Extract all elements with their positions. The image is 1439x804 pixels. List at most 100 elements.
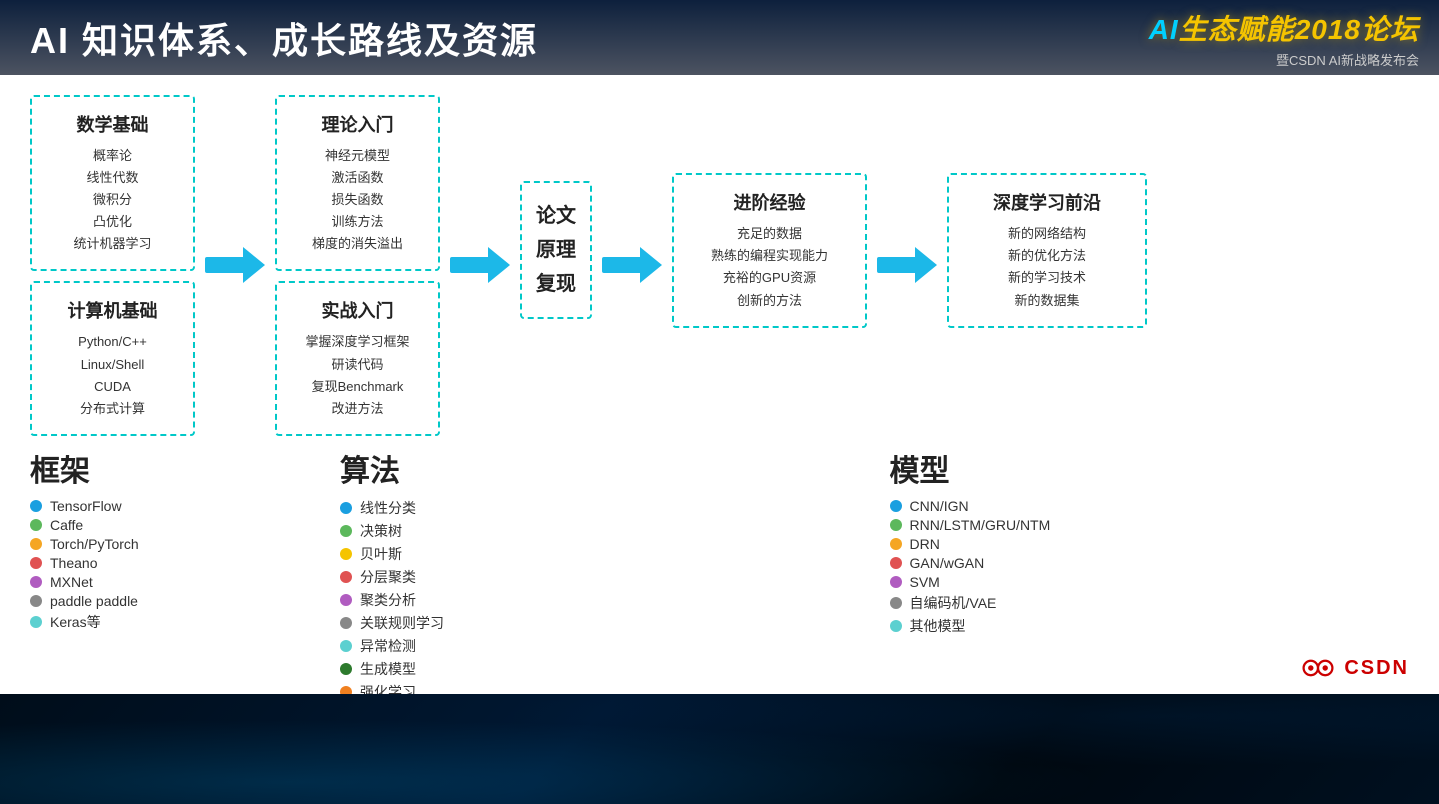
item-label: paddle paddle <box>50 593 138 609</box>
dot-icon <box>30 519 42 531</box>
item-label: 分层聚类 <box>360 567 416 587</box>
item-label: Torch/PyTorch <box>50 536 139 552</box>
deep-box: 深度学习前沿 新的网络结构 新的优化方法 新的学习技术 新的数据集 <box>947 173 1147 327</box>
list-item: 线性分类 <box>340 498 860 518</box>
arrow-icon-1 <box>205 250 265 280</box>
arrow-2 <box>444 250 516 280</box>
item-label: MXNet <box>50 574 93 590</box>
list-item: 关联规则学习 <box>340 613 860 633</box>
deep-items: 新的网络结构 新的优化方法 新的学习技术 新的数据集 <box>967 223 1127 311</box>
math-items: 概率论 线性代数 微积分 凸优化 统计机器学习 <box>50 145 175 255</box>
list-item: 其他模型 <box>890 616 1410 636</box>
arrow-icon-2 <box>450 250 510 280</box>
dot-icon <box>340 640 352 652</box>
deep-title: 深度学习前沿 <box>967 189 1127 215</box>
list-item: CNN/IGN <box>890 498 1410 514</box>
paper-title: 论文原理复现 <box>536 199 576 301</box>
algorithm-label: 算法 <box>340 446 860 490</box>
item-label: TensorFlow <box>50 498 122 514</box>
dot-icon <box>30 576 42 588</box>
advanced-box: 进阶经验 充足的数据 熟练的编程实现能力 充裕的GPU资源 创新的方法 <box>672 173 867 327</box>
theory-box: 理论入门 神经元模型 激活函数 损失函数 训练方法 梯度的消失溢出 <box>275 95 440 271</box>
branding-title: AI生态赋能2018论坛 <box>1149 8 1419 48</box>
item-label: 线性分类 <box>360 498 416 518</box>
item-label: GAN/wGAN <box>910 555 985 571</box>
arrow-1 <box>199 250 271 280</box>
branding-main: 生态赋能2018论坛 <box>1179 14 1419 45</box>
list-item: 异常检测 <box>340 636 860 656</box>
framework-list: TensorFlow Caffe Torch/PyTorch Theano MXNet p… <box>30 498 310 632</box>
item-label: Theano <box>50 555 97 571</box>
dot-icon <box>30 538 42 550</box>
computer-items: Python/C++ Linux/Shell CUDA 分布式计算 <box>50 331 175 419</box>
dot-icon <box>30 595 42 607</box>
dot-icon <box>340 548 352 560</box>
item-label: CNN/IGN <box>910 498 969 514</box>
item-label: 贝叶斯 <box>360 544 402 564</box>
list-item: Torch/PyTorch <box>30 536 310 552</box>
list-item: 生成模型 <box>340 659 860 679</box>
item-label: Caffe <box>50 517 83 533</box>
dot-icon <box>890 597 902 609</box>
item-label: 生成模型 <box>360 659 416 679</box>
list-item: 分层聚类 <box>340 567 860 587</box>
page: AI 知识体系、成长路线及资源 AI生态赋能2018论坛 暨CSDN AI新战略… <box>0 0 1439 804</box>
dot-icon <box>890 500 902 512</box>
dot-icon <box>890 538 902 550</box>
computer-title: 计算机基础 <box>50 297 175 323</box>
list-item: Theano <box>30 555 310 571</box>
theory-title: 理论入门 <box>295 111 420 137</box>
dot-icon <box>890 576 902 588</box>
computer-box: 计算机基础 Python/C++ Linux/Shell CUDA 分布式计算 <box>30 281 195 435</box>
dot-icon <box>890 557 902 569</box>
main-content: 数学基础 概率论 线性代数 微积分 凸优化 统计机器学习 计算机基础 Pytho… <box>0 75 1439 694</box>
branding: AI生态赋能2018论坛 暨CSDN AI新战略发布会 <box>1149 8 1419 69</box>
practice-items: 掌握深度学习框架 研读代码 复现Benchmark 改进方法 <box>295 331 420 419</box>
arrow-4 <box>871 250 943 280</box>
list-item: MXNet <box>30 574 310 590</box>
list-item: RNN/LSTM/GRU/NTM <box>890 517 1410 533</box>
arrow-icon-4 <box>877 250 937 280</box>
framework-label: 框架 <box>30 446 310 490</box>
item-label: Keras等 <box>50 612 101 632</box>
math-box: 数学基础 概率论 线性代数 微积分 凸优化 统计机器学习 <box>30 95 195 271</box>
item-label: 聚类分析 <box>360 590 416 610</box>
arrow-3 <box>596 250 668 280</box>
dot-icon <box>340 663 352 675</box>
list-item: 聚类分析 <box>340 590 860 610</box>
list-item: paddle paddle <box>30 593 310 609</box>
item-label: 自编码机/VAE <box>910 593 997 613</box>
branding-subtitle: 暨CSDN AI新战略发布会 <box>1149 50 1419 69</box>
theory-items: 神经元模型 激活函数 损失函数 训练方法 梯度的消失溢出 <box>295 145 420 255</box>
advanced-items: 充足的数据 熟练的编程实现能力 充裕的GPU资源 创新的方法 <box>692 223 847 311</box>
list-item: SVM <box>890 574 1410 590</box>
bottom-background <box>0 694 1439 804</box>
item-label: RNN/LSTM/GRU/NTM <box>910 517 1051 533</box>
advanced-title: 进阶经验 <box>692 189 847 215</box>
item-label: SVM <box>910 574 940 590</box>
list-item: Keras等 <box>30 612 310 632</box>
paper-box: 论文原理复现 <box>520 181 592 319</box>
dot-icon <box>340 594 352 606</box>
item-label: 关联规则学习 <box>360 613 444 633</box>
list-item: 自编码机/VAE <box>890 593 1410 613</box>
dot-icon <box>340 525 352 537</box>
list-item: GAN/wGAN <box>890 555 1410 571</box>
dot-icon <box>340 502 352 514</box>
dot-icon <box>890 519 902 531</box>
model-list: CNN/IGNRNN/LSTM/GRU/NTMDRNGAN/wGANSVM自编码… <box>890 498 1410 636</box>
dot-icon <box>340 571 352 583</box>
branding-ai: AI <box>1149 14 1179 45</box>
csdn-logo: CSDN <box>1300 650 1409 686</box>
practice-box: 实战入门 掌握深度学习框架 研读代码 复现Benchmark 改进方法 <box>275 281 440 435</box>
dot-icon <box>30 616 42 628</box>
mid-left-section: 理论入门 神经元模型 激活函数 损失函数 训练方法 梯度的消失溢出 实战入门 掌… <box>275 95 440 436</box>
dot-icon <box>340 617 352 629</box>
item-label: 决策树 <box>360 521 402 541</box>
dot-icon <box>30 557 42 569</box>
item-label: 其他模型 <box>910 616 966 636</box>
list-item: 贝叶斯 <box>340 544 860 564</box>
csdn-text: CSDN <box>1344 657 1409 680</box>
left-section: 数学基础 概率论 线性代数 微积分 凸优化 统计机器学习 计算机基础 Pytho… <box>30 95 195 436</box>
csdn-icon <box>1300 650 1336 686</box>
